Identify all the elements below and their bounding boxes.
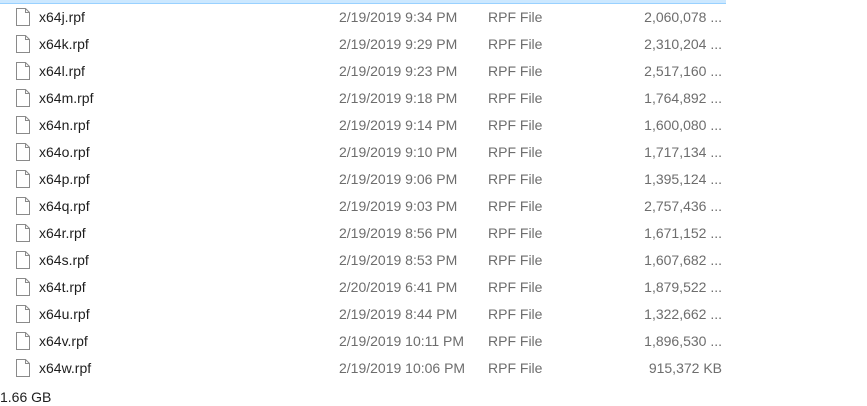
- file-type: RPF File: [488, 252, 543, 268]
- file-name: x64u.rpf: [39, 306, 90, 322]
- document-icon: [16, 224, 30, 242]
- document-icon: [16, 35, 30, 53]
- status-bar-selection-size: 1.66 GB: [0, 389, 52, 405]
- document-icon: [16, 116, 30, 134]
- file-date-modified: 2/19/2019 8:56 PM: [339, 225, 458, 241]
- file-row[interactable]: x64w.rpf 2/19/2019 10:06 PM RPF File 915…: [0, 355, 867, 382]
- file-size: 1,671,152 ...: [644, 225, 722, 241]
- file-type: RPF File: [488, 225, 543, 241]
- file-date-modified: 2/19/2019 9:18 PM: [339, 90, 458, 106]
- file-name: x64n.rpf: [39, 117, 90, 133]
- file-date-modified: 2/19/2019 10:11 PM: [339, 333, 465, 349]
- file-type: RPF File: [488, 117, 543, 133]
- file-date-modified: 2/19/2019 9:23 PM: [339, 63, 458, 79]
- file-name: x64t.rpf: [39, 279, 86, 295]
- file-row[interactable]: x64p.rpf 2/19/2019 9:06 PM RPF File 1,39…: [0, 166, 867, 193]
- file-type: RPF File: [488, 306, 543, 322]
- file-row[interactable]: x64k.rpf 2/19/2019 9:29 PM RPF File 2,31…: [0, 31, 867, 58]
- file-size: 1,607,682 ...: [644, 252, 722, 268]
- document-icon: [16, 89, 30, 107]
- file-name: x64k.rpf: [39, 36, 89, 52]
- file-row[interactable]: x64o.rpf 2/19/2019 9:10 PM RPF File 1,71…: [0, 139, 867, 166]
- file-row[interactable]: x64t.rpf 2/20/2019 6:41 PM RPF File 1,87…: [0, 274, 867, 301]
- file-row[interactable]: x64n.rpf 2/19/2019 9:14 PM RPF File 1,60…: [0, 112, 867, 139]
- file-size: 1,879,522 ...: [644, 279, 722, 295]
- file-name: x64w.rpf: [39, 360, 92, 376]
- file-type: RPF File: [488, 36, 543, 52]
- file-type: RPF File: [488, 63, 543, 79]
- file-name: x64p.rpf: [39, 171, 90, 187]
- file-date-modified: 2/19/2019 9:34 PM: [339, 9, 458, 25]
- file-date-modified: 2/19/2019 8:44 PM: [339, 306, 458, 322]
- file-date-modified: 2/19/2019 9:06 PM: [339, 171, 458, 187]
- document-icon: [16, 8, 30, 26]
- file-row[interactable]: x64r.rpf 2/19/2019 8:56 PM RPF File 1,67…: [0, 220, 867, 247]
- file-name: x64o.rpf: [39, 144, 90, 160]
- file-row[interactable]: x64j.rpf 2/19/2019 9:34 PM RPF File 2,06…: [0, 4, 867, 31]
- file-row[interactable]: x64s.rpf 2/19/2019 8:53 PM RPF File 1,60…: [0, 247, 867, 274]
- file-type: RPF File: [488, 144, 543, 160]
- document-icon: [16, 359, 30, 377]
- file-name: x64v.rpf: [39, 333, 88, 349]
- file-size: 915,372 KB: [648, 360, 722, 376]
- file-size: 2,310,204 ...: [644, 36, 722, 52]
- file-name: x64l.rpf: [39, 63, 85, 79]
- file-type: RPF File: [488, 333, 543, 349]
- file-row[interactable]: x64u.rpf 2/19/2019 8:44 PM RPF File 1,32…: [0, 301, 867, 328]
- file-type: RPF File: [488, 90, 543, 106]
- file-size: 1,896,530 ...: [644, 333, 722, 349]
- file-date-modified: 2/19/2019 9:14 PM: [339, 117, 458, 133]
- file-list: x64j.rpf 2/19/2019 9:34 PM RPF File 2,06…: [0, 4, 867, 382]
- file-type: RPF File: [488, 171, 543, 187]
- document-icon: [16, 62, 30, 80]
- document-icon: [16, 143, 30, 161]
- file-row[interactable]: x64q.rpf 2/19/2019 9:03 PM RPF File 2,75…: [0, 193, 867, 220]
- file-type: RPF File: [488, 9, 543, 25]
- file-size: 2,060,078 ...: [644, 9, 722, 25]
- file-name: x64q.rpf: [39, 198, 90, 214]
- file-size: 2,517,160 ...: [644, 63, 722, 79]
- file-type: RPF File: [488, 279, 543, 295]
- document-icon: [16, 197, 30, 215]
- file-name: x64j.rpf: [39, 9, 85, 25]
- file-date-modified: 2/20/2019 6:41 PM: [339, 279, 458, 295]
- file-name: x64r.rpf: [39, 225, 86, 241]
- file-row[interactable]: x64l.rpf 2/19/2019 9:23 PM RPF File 2,51…: [0, 58, 867, 85]
- file-size: 1,764,892 ...: [644, 90, 722, 106]
- file-row[interactable]: x64v.rpf 2/19/2019 10:11 PM RPF File 1,8…: [0, 328, 867, 355]
- file-size: 1,322,662 ...: [644, 306, 722, 322]
- file-size: 1,717,134 ...: [644, 144, 722, 160]
- file-date-modified: 2/19/2019 10:06 PM: [339, 360, 466, 376]
- document-icon: [16, 332, 30, 350]
- file-size: 1,600,080 ...: [644, 117, 722, 133]
- file-date-modified: 2/19/2019 9:03 PM: [339, 198, 458, 214]
- document-icon: [16, 278, 30, 296]
- file-name: x64s.rpf: [39, 252, 89, 268]
- file-type: RPF File: [488, 360, 543, 376]
- file-name: x64m.rpf: [39, 90, 94, 106]
- file-size: 2,757,436 ...: [644, 198, 722, 214]
- file-size: 1,395,124 ...: [644, 171, 722, 187]
- document-icon: [16, 305, 30, 323]
- file-date-modified: 2/19/2019 9:29 PM: [339, 36, 458, 52]
- file-date-modified: 2/19/2019 8:53 PM: [339, 252, 458, 268]
- file-date-modified: 2/19/2019 9:10 PM: [339, 144, 458, 160]
- document-icon: [16, 170, 30, 188]
- file-row[interactable]: x64m.rpf 2/19/2019 9:18 PM RPF File 1,76…: [0, 85, 867, 112]
- file-type: RPF File: [488, 198, 543, 214]
- document-icon: [16, 251, 30, 269]
